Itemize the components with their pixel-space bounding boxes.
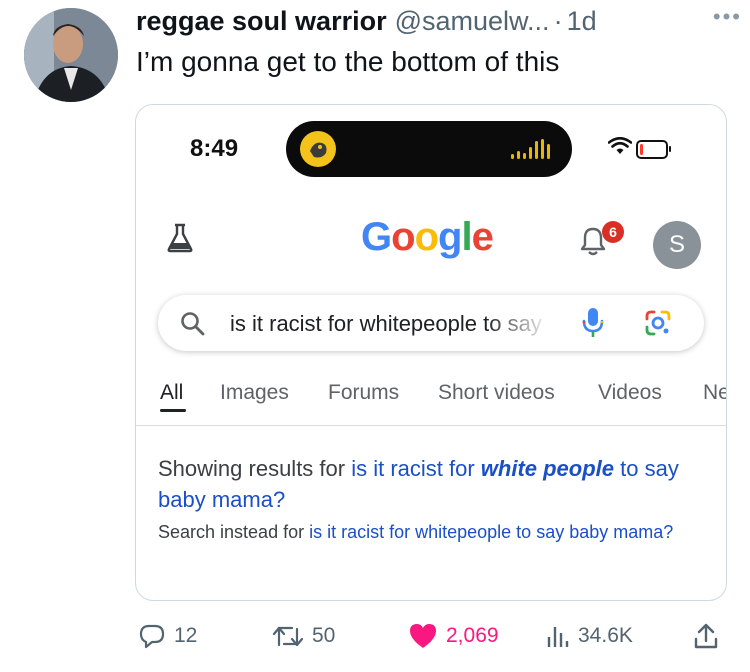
more-icon[interactable]: ••• <box>713 4 742 30</box>
like-button[interactable]: 2,069 <box>408 618 499 654</box>
tweet-text: I’m gonna get to the bottom of this <box>136 46 560 77</box>
retweet-icon <box>272 626 304 647</box>
notification-badge: 6 <box>602 221 624 243</box>
views-button[interactable]: 34.6K <box>546 618 633 654</box>
search-query[interactable]: is it racist for whitepeople to say baby… <box>230 311 550 337</box>
search-tabs: All Images Forums Short videos Videos Ne… <box>158 377 726 417</box>
share-button[interactable] <box>693 618 727 654</box>
showing-prefix: Showing results for <box>158 456 352 481</box>
search-bar[interactable]: is it racist for whitepeople to say baby… <box>158 295 704 351</box>
account-avatar[interactable]: S <box>653 221 701 269</box>
media-card[interactable]: 8:49 Google 6 S is it racist for whitepe… <box>135 104 727 601</box>
user-handle[interactable]: @samuelw... <box>395 6 550 37</box>
views-chart-icon <box>547 627 569 647</box>
tab-all[interactable]: All <box>160 381 183 405</box>
active-tab-indicator <box>160 409 186 412</box>
heart-icon <box>410 624 436 648</box>
like-count: 2,069 <box>446 624 499 647</box>
search-instead: Search instead for is it racist for whit… <box>158 517 698 547</box>
google-logo[interactable]: Google <box>361 215 494 260</box>
tab-images[interactable]: Images <box>220 381 289 405</box>
avatar[interactable] <box>24 8 118 102</box>
reply-button[interactable]: 12 <box>138 618 197 654</box>
instead-prefix: Search instead for <box>158 522 310 542</box>
labs-flask-icon[interactable] <box>166 223 194 253</box>
retweet-button[interactable]: 50 <box>272 618 335 654</box>
dynamic-island <box>286 121 572 177</box>
divider <box>136 425 726 426</box>
tweet-actions: 12 50 2,069 34.6K <box>138 618 728 654</box>
retweet-count: 50 <box>312 624 336 647</box>
reply-icon <box>139 624 165 649</box>
original-query-link[interactable]: is it racist for whitepeople to say baby… <box>309 522 673 542</box>
battery-icon <box>636 140 671 159</box>
tab-news[interactable]: News <box>703 381 726 405</box>
views-count: 34.6K <box>578 624 633 647</box>
wifi-icon <box>608 137 632 154</box>
tweet-header: reggae soul warrior @samuelw... · 1d <box>136 4 730 38</box>
display-name[interactable]: reggae soul warrior <box>136 6 387 37</box>
spelling-correction: Showing results for is it racist for whi… <box>158 453 698 515</box>
avatar-photo <box>24 8 118 102</box>
search-icon <box>181 312 205 336</box>
status-bar-time: 8:49 <box>190 135 239 162</box>
share-icon <box>694 623 718 649</box>
separator: · <box>553 5 563 36</box>
google-lens-icon[interactable] <box>644 309 672 337</box>
reply-count: 12 <box>174 624 198 647</box>
tweet-time[interactable]: 1d <box>567 6 597 37</box>
live-activity-app-icon <box>300 131 336 167</box>
tab-videos[interactable]: Videos <box>598 381 662 405</box>
tab-forums[interactable]: Forums <box>328 381 399 405</box>
tab-short-videos[interactable]: Short videos <box>438 381 555 405</box>
voice-search-mic-icon[interactable] <box>582 307 604 339</box>
audio-wave-icon <box>511 139 550 159</box>
